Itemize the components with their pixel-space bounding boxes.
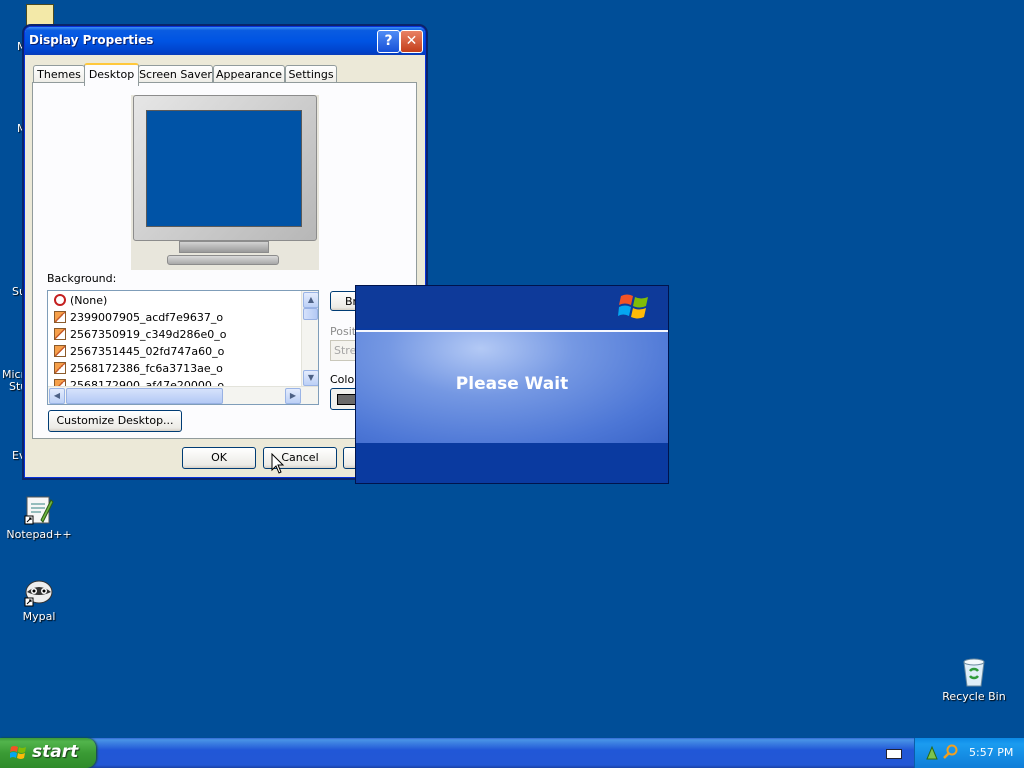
desktop-icon-label: Recycle Bin (942, 690, 1006, 703)
customize-desktop-button[interactable]: Customize Desktop... (48, 410, 182, 432)
mypal-icon (23, 576, 55, 608)
mouse-cursor-icon (271, 453, 285, 474)
horizontal-scrollbar[interactable]: ◀ ▶ (48, 386, 318, 404)
desktop-icon-recycle-bin[interactable]: Recycle Bin (939, 656, 1009, 703)
desktop-icon-label: Notepad++ (6, 528, 72, 541)
desktop-icon-notepad-plus-plus[interactable]: Notepad++ (4, 494, 74, 541)
keyboard-layout-icon[interactable] (886, 749, 902, 759)
system-tray: 5:57 PM (914, 738, 1024, 768)
list-item[interactable]: 2399007905_acdf7e9637_o (54, 310, 223, 326)
image-file-icon (54, 328, 66, 340)
list-item[interactable]: 2568172386_fc6a3713ae_o (54, 361, 223, 377)
close-button[interactable]: ✕ (400, 30, 423, 53)
list-item[interactable]: (None) (54, 293, 107, 309)
taskbar: start 5:57 PM (0, 738, 1024, 768)
window-title: Display Properties (29, 33, 154, 47)
please-wait-message: Please Wait (455, 374, 569, 394)
scroll-up-icon[interactable]: ▲ (303, 292, 318, 308)
scroll-thumb[interactable] (303, 308, 318, 320)
notepad-plus-plus-icon (23, 494, 55, 526)
help-button[interactable]: ? (377, 30, 400, 53)
background-label: Background: (47, 272, 117, 285)
title-bar[interactable]: Display Properties ? ✕ (25, 27, 425, 55)
background-listbox[interactable]: (None) 2399007905_acdf7e9637_o 256735091… (47, 290, 319, 405)
monitor-stand (179, 241, 269, 253)
tab-desktop[interactable]: Desktop (84, 63, 139, 86)
monitor-base (167, 255, 279, 265)
windows-logo-icon (618, 294, 648, 319)
scroll-down-icon[interactable]: ▼ (303, 370, 318, 386)
list-item-label: 2567351445_02fd747a60_o (70, 345, 225, 358)
list-item-label: 2399007905_acdf7e9637_o (70, 311, 224, 324)
list-item[interactable]: 2567350919_c349d286e0_o (54, 327, 227, 343)
ok-button[interactable]: OK (182, 447, 256, 469)
start-label: start (32, 742, 79, 762)
recycle-bin-icon (958, 656, 990, 688)
search-icon[interactable] (943, 744, 959, 760)
image-file-icon (54, 345, 66, 357)
taskbar-clock[interactable]: 5:57 PM (969, 746, 1013, 759)
start-button[interactable]: start (0, 738, 96, 768)
network-icon[interactable] (925, 745, 939, 761)
list-item-label: 2567350919_c349d286e0_o (70, 328, 227, 341)
wait-header (356, 286, 668, 328)
desktop-icon-mypal[interactable]: Mypal (4, 576, 74, 623)
desktop-icon-label: Mypal (22, 610, 56, 623)
monitor-screen-preview (146, 110, 302, 227)
list-item-label: 2568172386_fc6a3713ae_o (70, 362, 223, 375)
vertical-scrollbar[interactable]: ▲ ▼ (301, 291, 318, 386)
none-icon (54, 294, 66, 306)
wait-footer (356, 443, 668, 483)
list-item[interactable]: 2567351445_02fd747a60_o (54, 344, 224, 360)
close-icon: ✕ (405, 33, 418, 49)
scroll-thumb[interactable] (66, 388, 223, 404)
image-file-icon (54, 311, 66, 323)
monitor-preview (131, 95, 319, 270)
scroll-right-icon[interactable]: ▶ (285, 388, 301, 404)
windows-logo-icon (10, 746, 26, 759)
scroll-left-icon[interactable]: ◀ (49, 388, 65, 404)
help-icon: ? (384, 33, 393, 49)
monitor-frame (133, 95, 317, 241)
image-file-icon (54, 362, 66, 374)
list-item-label: (None) (70, 294, 108, 307)
please-wait-dialog: Please Wait (355, 285, 669, 484)
